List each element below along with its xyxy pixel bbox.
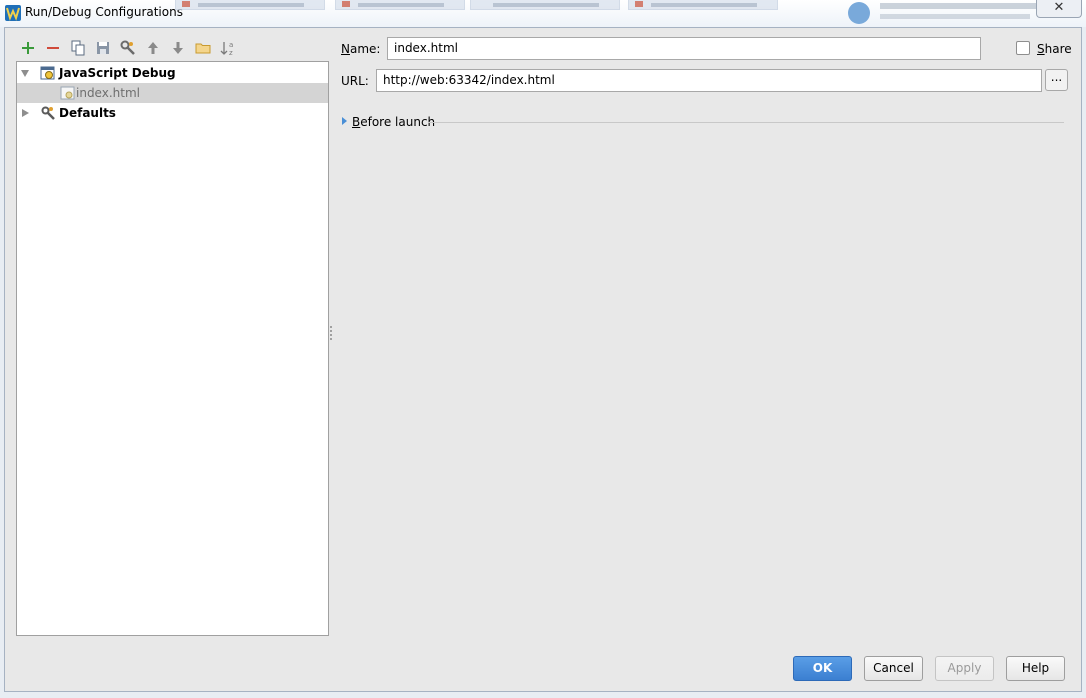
move-up-button[interactable] <box>143 38 163 58</box>
cancel-button[interactable]: Cancel <box>864 656 923 681</box>
before-launch-label[interactable]: Before launch <box>352 115 435 129</box>
plus-icon <box>22 42 34 54</box>
url-field[interactable]: http://web:63342/index.html <box>376 69 1042 92</box>
name-label: Name: <box>341 42 381 56</box>
close-button[interactable]: ✕ <box>1036 0 1082 18</box>
sort-configurations-button[interactable]: az <box>218 38 238 58</box>
title-bar: Run/Debug Configurations ✕ <box>0 0 1086 27</box>
expanded-triangle-icon[interactable] <box>21 70 29 77</box>
edit-defaults-button[interactable] <box>118 38 138 58</box>
background-tab <box>470 0 620 10</box>
share-label: Share <box>1037 42 1072 56</box>
tree-item-label: index.html <box>76 86 140 100</box>
help-button[interactable]: Help <box>1006 656 1065 681</box>
apply-button[interactable]: Apply <box>935 656 994 681</box>
arrow-down-icon <box>173 42 183 54</box>
panel-splitter[interactable] <box>329 326 333 346</box>
wrench-icon <box>120 40 135 55</box>
configuration-tree: JavaScript Debug index.html Defaults <box>16 61 329 636</box>
tree-item-label: Defaults <box>59 106 116 120</box>
sort-alpha-icon: az <box>220 41 233 57</box>
copy-icon <box>71 40 85 56</box>
tree-item-defaults[interactable]: Defaults <box>17 103 328 123</box>
tree-item-index-html[interactable]: index.html <box>17 83 328 103</box>
url-label: URL: <box>341 74 369 88</box>
background-notification <box>846 0 1056 26</box>
add-configuration-button[interactable] <box>18 38 38 58</box>
save-icon <box>97 42 109 54</box>
notification-icon <box>848 2 870 24</box>
browse-url-button[interactable]: ... <box>1045 69 1068 91</box>
name-field[interactable]: index.html <box>387 37 981 60</box>
minus-icon <box>47 47 59 49</box>
move-down-button[interactable] <box>168 38 188 58</box>
copy-configuration-button[interactable] <box>68 38 88 58</box>
webstorm-logo-icon <box>5 5 21 21</box>
create-folder-button[interactable] <box>193 38 213 58</box>
wrench-icon <box>41 106 55 120</box>
share-checkbox[interactable] <box>1016 41 1030 55</box>
remove-configuration-button[interactable] <box>43 38 63 58</box>
background-tab <box>335 0 465 10</box>
config-icon <box>60 86 75 100</box>
background-tab <box>628 0 778 10</box>
svg-text:z: z <box>229 49 233 57</box>
window-title: Run/Debug Configurations <box>25 5 183 19</box>
ok-button[interactable]: OK <box>793 656 852 681</box>
arrow-up-icon <box>148 42 158 54</box>
folder-icon <box>195 43 211 54</box>
collapsed-triangle-icon[interactable] <box>22 109 29 117</box>
tree-item-label: JavaScript Debug <box>59 66 176 80</box>
run-debug-window: Run/Debug Configurations ✕ az JavaScript… <box>0 0 1086 698</box>
expand-before-launch-icon[interactable] <box>342 117 347 125</box>
background-tab <box>175 0 325 10</box>
before-launch-separator <box>428 122 1064 123</box>
tree-item-javascript-debug[interactable]: JavaScript Debug <box>17 63 328 83</box>
save-configuration-button[interactable] <box>93 38 113 58</box>
javascript-debug-icon <box>40 66 55 80</box>
svg-text:a: a <box>229 41 233 49</box>
